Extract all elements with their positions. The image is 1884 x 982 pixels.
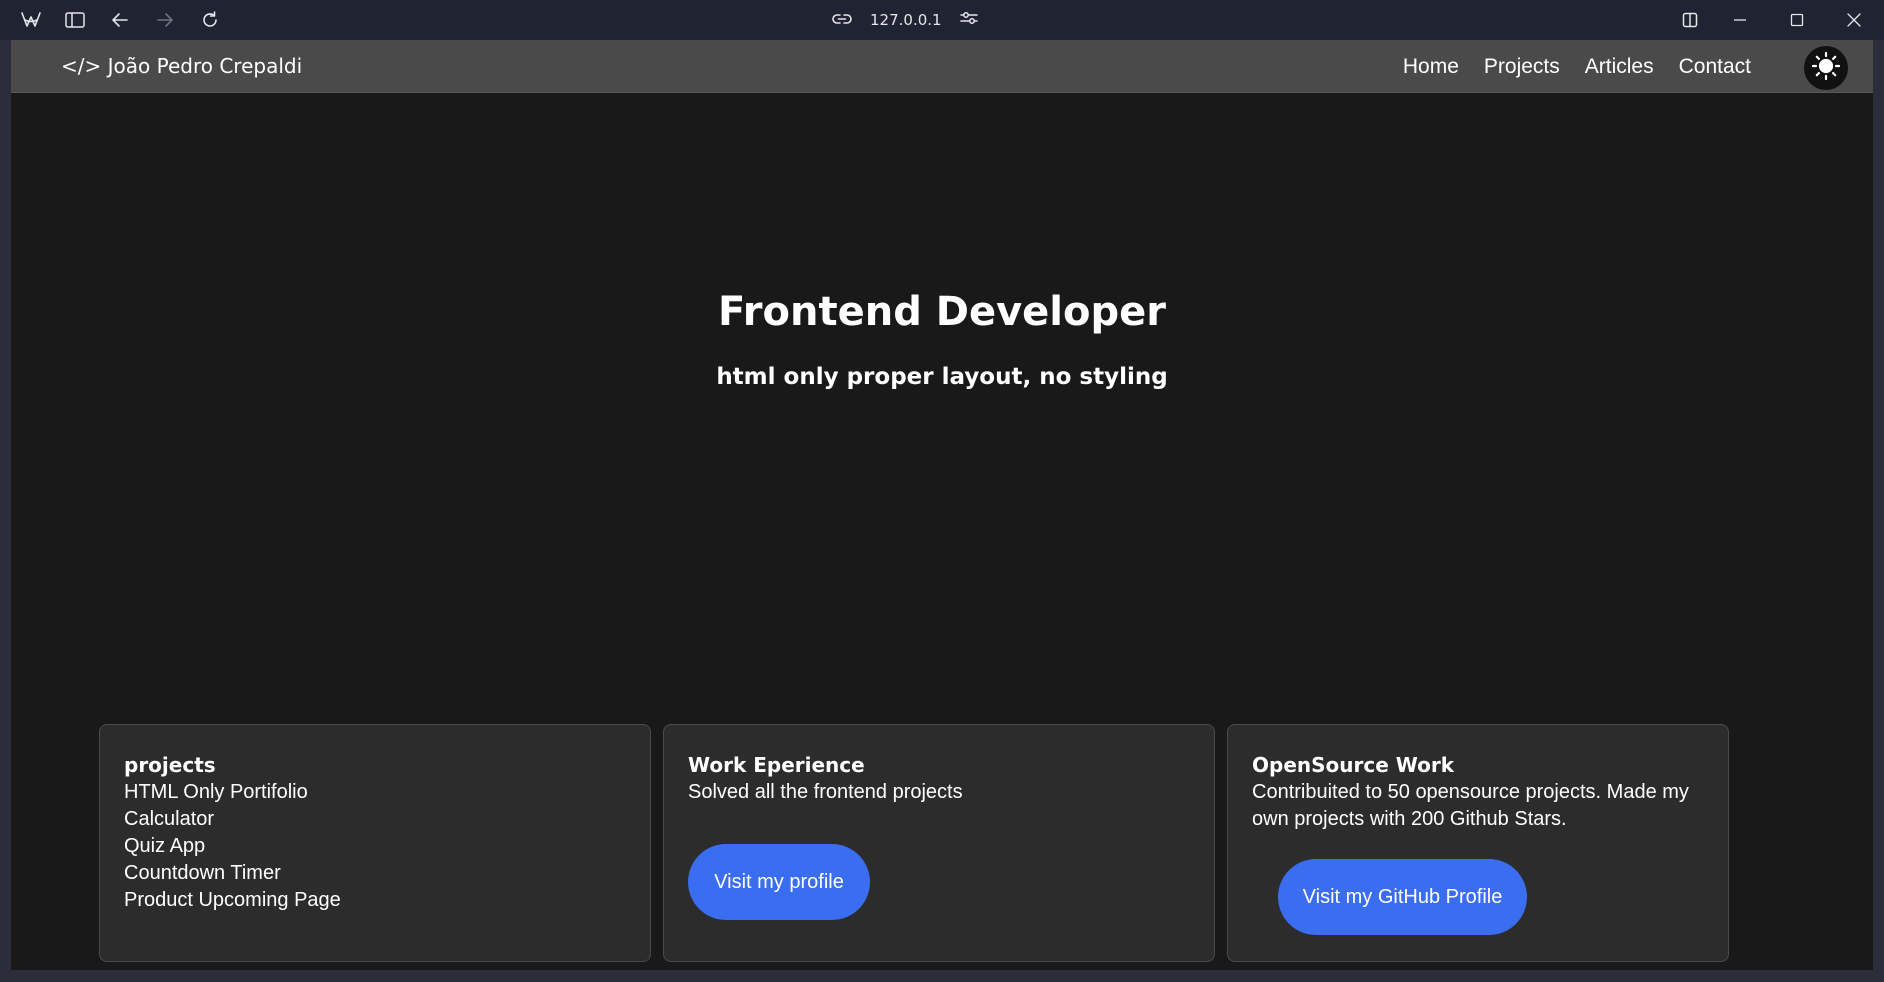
nav-link-contact[interactable]: Contact <box>1679 55 1751 79</box>
projects-card-title: projects <box>124 753 216 777</box>
list-item: Countdown Timer <box>124 862 281 884</box>
hero-subtitle: html only proper layout, no styling <box>716 364 1168 390</box>
reload-icon[interactable] <box>198 8 222 32</box>
list-item: Quiz App <box>124 835 206 857</box>
site-navbar: </> João Pedro Crepaldi Home Projects Ar… <box>11 40 1873 93</box>
site-brand[interactable]: </> João Pedro Crepaldi <box>61 54 302 78</box>
nav-link-articles[interactable]: Articles <box>1585 55 1654 79</box>
list-item: HTML Only Portifolio <box>124 781 308 803</box>
sun-icon <box>1811 51 1841 85</box>
list-item: Calculator <box>124 808 215 830</box>
projects-list: HTML Only Portifolio Calculator Quiz App… <box>124 779 626 914</box>
nav-link-home[interactable]: Home <box>1403 55 1459 79</box>
page-viewport: </> João Pedro Crepaldi Home Projects Ar… <box>11 40 1873 970</box>
opensource-card: OpenSource Work Contribuited to 50 opens… <box>1227 724 1729 962</box>
browser-titlebar: 127.0.0.1 <box>0 0 1884 40</box>
theme-toggle-button[interactable] <box>1804 46 1848 90</box>
site-settings-icon[interactable] <box>959 10 978 30</box>
close-icon[interactable] <box>1842 8 1866 32</box>
sidebar-toggle-icon[interactable] <box>63 8 87 32</box>
nav-link-projects[interactable]: Projects <box>1484 55 1560 79</box>
list-item: Product Upcoming Page <box>124 889 341 911</box>
hero-title: Frontend Developer <box>718 289 1166 335</box>
visit-profile-button[interactable]: Visit my profile <box>688 844 870 920</box>
url-text[interactable]: 127.0.0.1 <box>870 11 942 29</box>
work-card-text: Solved all the frontend projects <box>688 781 963 803</box>
minimize-icon[interactable] <box>1728 8 1752 32</box>
work-card-title: Work Eperience <box>688 753 865 777</box>
opensource-card-text-line-1: Contribuited to 50 opensource projects. … <box>1252 781 1689 803</box>
split-view-icon[interactable] <box>1678 8 1702 32</box>
link-icon <box>832 11 852 29</box>
opensource-card-title: OpenSource Work <box>1252 753 1455 777</box>
projects-card: projects HTML Only Portifolio Calculator… <box>99 724 651 962</box>
app-logo-icon[interactable] <box>19 8 43 32</box>
back-icon[interactable] <box>108 8 132 32</box>
visit-github-button[interactable]: Visit my GitHub Profile <box>1278 859 1527 935</box>
maximize-icon[interactable] <box>1785 8 1809 32</box>
opensource-card-text-line-2: own projects with 200 Github Stars. <box>1252 808 1567 830</box>
address-bar[interactable]: 127.0.0.1 <box>832 6 978 34</box>
work-experience-card: Work Eperience Solved all the frontend p… <box>663 724 1215 962</box>
nav-links: Home Projects Articles Contact <box>1403 55 1751 79</box>
forward-icon[interactable] <box>153 8 177 32</box>
